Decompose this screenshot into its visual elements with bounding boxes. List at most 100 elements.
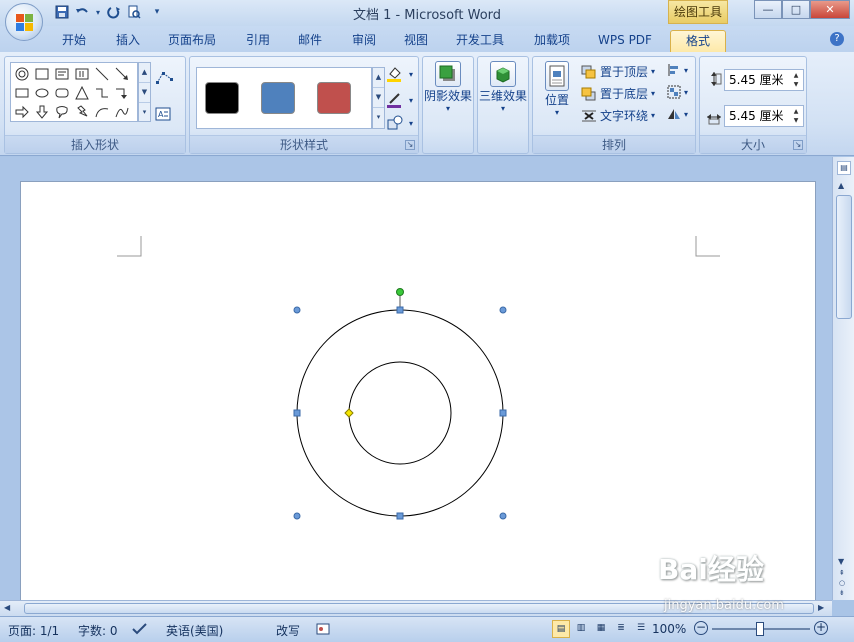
dialog-launcher-icon[interactable]: ↘ — [793, 140, 803, 150]
scroll-up-icon[interactable]: ▲ — [838, 181, 844, 190]
scroll-down-icon[interactable]: ▼ — [838, 557, 844, 566]
outline-view-icon[interactable]: ≣ — [612, 620, 630, 638]
macro-record-icon[interactable] — [316, 622, 330, 639]
print-layout-icon[interactable]: ▤ — [552, 620, 570, 638]
resize-handle-top[interactable] — [396, 306, 404, 314]
scroll-up-icon[interactable]: ▲ — [139, 63, 150, 83]
styles-gallery-scroll[interactable]: ▲ ▼ ▾ — [372, 67, 385, 129]
rect-shape-icon[interactable] — [13, 84, 31, 102]
minimize-button[interactable]: — — [754, 0, 782, 19]
shape-fill-button[interactable]: ▾ — [386, 65, 413, 83]
tab-view[interactable]: 视图 — [394, 30, 438, 52]
scroll-down-icon[interactable]: ▼ — [373, 88, 384, 108]
help-icon[interactable]: ? — [830, 32, 844, 46]
arrow-line-shape-icon[interactable] — [113, 65, 131, 83]
vertical-textbox-shape-icon[interactable] — [73, 65, 91, 83]
textbox-shape-icon[interactable] — [53, 65, 71, 83]
shape-outline-button[interactable]: ▾ — [386, 91, 413, 109]
shape-styles-gallery[interactable] — [196, 67, 372, 129]
position-button[interactable]: 位置 ▾ — [537, 61, 577, 117]
lightning-shape-icon[interactable] — [73, 103, 91, 121]
full-screen-reading-icon[interactable]: ▥ — [572, 620, 590, 638]
3d-effects-button[interactable]: 三维效果 ▾ — [478, 61, 528, 113]
zoom-level[interactable]: 100% — [652, 622, 686, 636]
web-layout-icon[interactable]: ▦ — [592, 620, 610, 638]
edit-shape-icon[interactable] — [155, 71, 175, 85]
donut-shape-inner[interactable] — [348, 361, 452, 465]
resize-handle-top-left[interactable] — [293, 306, 301, 314]
width-input[interactable]: 5.45 厘米 ▲ ▼ — [724, 105, 804, 127]
tab-mailings[interactable]: 邮件 — [288, 30, 332, 52]
shapes-gallery[interactable] — [10, 62, 138, 122]
shadow-effects-button[interactable]: 阴影效果 ▾ — [423, 61, 473, 113]
tab-addins[interactable]: 加载项 — [524, 30, 580, 52]
arc-shape-icon[interactable] — [93, 103, 111, 121]
scroll-left-icon[interactable]: ◀ — [4, 603, 10, 612]
ruler-toggle-icon[interactable]: ▤ — [837, 161, 851, 175]
callout-shape-icon[interactable] — [53, 103, 71, 121]
close-button[interactable]: ✕ — [810, 0, 850, 19]
vertical-scroll-thumb[interactable] — [836, 195, 852, 319]
vertical-scrollbar[interactable]: ▤ ▲ ▼ ⇞ ○ ⇟ — [832, 157, 854, 600]
tab-review[interactable]: 审阅 — [342, 30, 386, 52]
resize-handle-left[interactable] — [293, 409, 301, 417]
bring-to-front-button[interactable]: 置于顶层 ▾ — [581, 63, 655, 80]
down-arrow-shape-icon[interactable] — [33, 103, 51, 121]
page-count[interactable]: 页面: 1/1 — [8, 622, 59, 639]
align-icon[interactable]: ▾ — [667, 63, 688, 77]
height-spinner[interactable]: ▲ ▼ — [791, 71, 801, 89]
browse-object-icon[interactable]: ○ — [839, 579, 845, 587]
line-shape-icon[interactable] — [93, 65, 111, 83]
tab-home[interactable]: 开始 — [52, 30, 96, 52]
elbow-connector-shape-icon[interactable] — [93, 84, 111, 102]
scroll-down-icon[interactable]: ▼ — [139, 83, 150, 103]
overwrite-mode[interactable]: 改写 — [276, 622, 300, 639]
office-button[interactable] — [5, 3, 43, 41]
right-arrow-shape-icon[interactable] — [13, 103, 31, 121]
change-shape-button[interactable]: ▾ — [386, 115, 413, 131]
resize-handle-bottom-right[interactable] — [499, 512, 507, 520]
proofing-icon[interactable] — [132, 622, 148, 639]
elbow-arrow-shape-icon[interactable] — [113, 84, 131, 102]
draft-view-icon[interactable]: ☰ — [632, 620, 650, 638]
tab-page-layout[interactable]: 页面布局 — [160, 30, 224, 52]
gallery-expand-icon[interactable]: ▾ — [373, 108, 384, 128]
zoom-out-icon[interactable]: − — [694, 621, 708, 635]
maximize-button[interactable]: □ — [782, 0, 810, 19]
tab-format[interactable]: 格式 — [670, 30, 726, 52]
oval-ring-shape-icon[interactable] — [13, 65, 31, 83]
zoom-in-icon[interactable]: + — [814, 621, 828, 635]
language-status[interactable]: 英语(美国) — [166, 622, 223, 639]
shapes-gallery-scroll[interactable]: ▲ ▼ ▾ — [138, 62, 151, 122]
resize-handle-bottom[interactable] — [396, 512, 404, 520]
height-input[interactable]: 5.45 厘米 ▲ ▼ — [724, 69, 804, 91]
gallery-expand-icon[interactable]: ▾ — [139, 103, 150, 123]
style-swatch-red[interactable] — [317, 82, 351, 114]
text-wrap-button[interactable]: 文字环绕 ▾ — [581, 107, 655, 124]
style-swatch-black[interactable] — [205, 82, 239, 114]
dialog-launcher-icon[interactable]: ↘ — [405, 140, 415, 150]
draw-textbox-icon[interactable]: A — [155, 107, 171, 121]
send-to-back-button[interactable]: 置于底层 ▾ — [581, 85, 655, 102]
rotation-handle[interactable] — [396, 288, 404, 296]
next-page-icon[interactable]: ⇟ — [839, 589, 845, 597]
resize-handle-top-right[interactable] — [499, 306, 507, 314]
scroll-up-icon[interactable]: ▲ — [373, 68, 384, 88]
tab-insert[interactable]: 插入 — [106, 30, 150, 52]
scroll-right-icon[interactable]: ▶ — [818, 603, 824, 612]
prev-page-icon[interactable]: ⇞ — [839, 569, 845, 577]
resize-handle-right[interactable] — [499, 409, 507, 417]
resize-handle-bottom-left[interactable] — [293, 512, 301, 520]
rounded-rect-shape-icon[interactable] — [53, 84, 71, 102]
style-swatch-blue[interactable] — [261, 82, 295, 114]
curve-shape-icon[interactable] — [113, 103, 131, 121]
group-objects-icon[interactable]: ▾ — [667, 85, 688, 99]
tab-wps-pdf[interactable]: WPS PDF — [590, 30, 660, 52]
document-page[interactable] — [20, 181, 816, 611]
tab-developer[interactable]: 开发工具 — [448, 30, 512, 52]
zoom-slider-thumb[interactable] — [756, 622, 764, 636]
width-spinner[interactable]: ▲ ▼ — [791, 107, 801, 125]
rectangle-shape-icon[interactable] — [33, 65, 51, 83]
rotate-icon[interactable]: ▾ — [667, 107, 688, 121]
triangle-shape-icon[interactable] — [73, 84, 91, 102]
